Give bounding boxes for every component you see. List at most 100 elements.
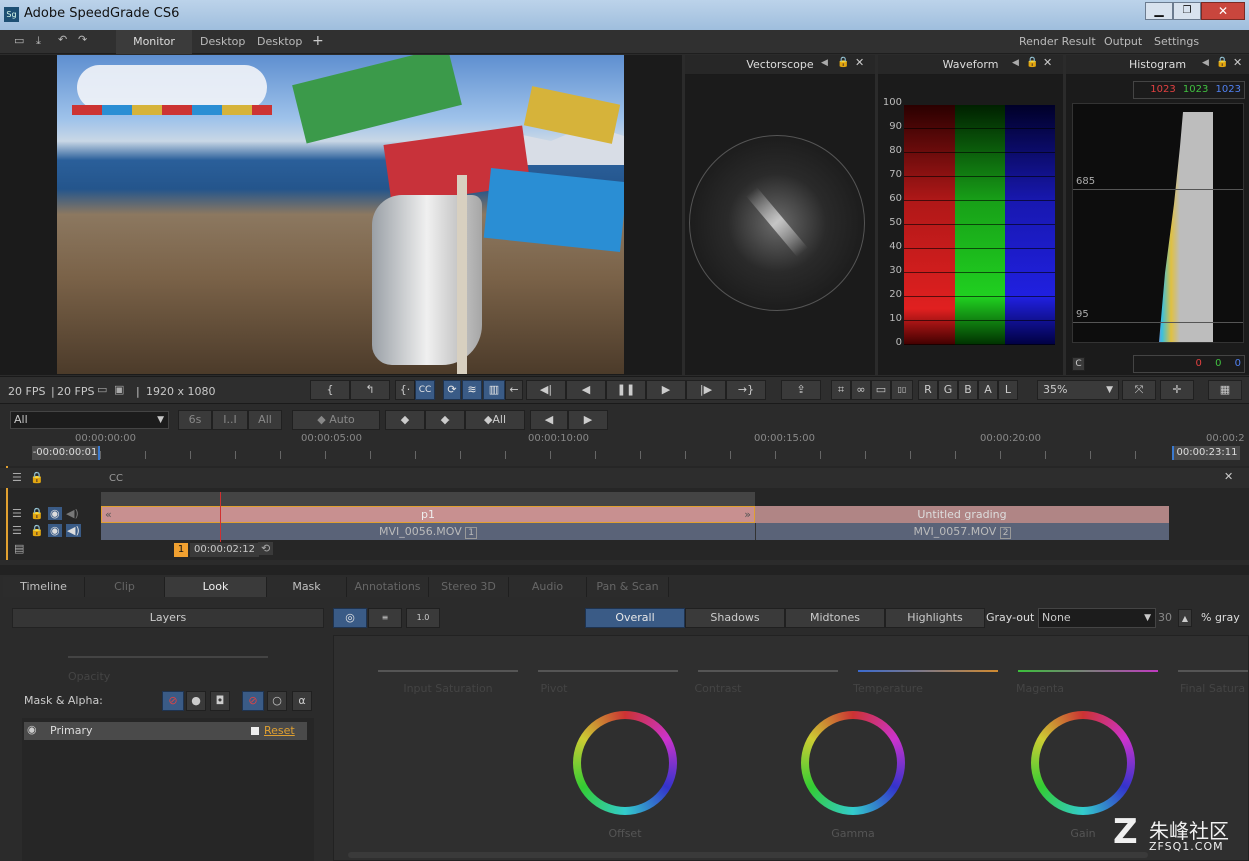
auto-key-button[interactable]: ◆ Auto <box>292 410 380 430</box>
btn-6s[interactable]: 6s <box>178 410 212 430</box>
tab-monitor[interactable]: Monitor <box>116 30 192 54</box>
tab-timeline[interactable]: Timeline <box>3 577 85 597</box>
prev-frame-button[interactable]: ◀| <box>526 380 566 400</box>
alpha-icon[interactable]: α <box>292 691 312 711</box>
crop-icon[interactable]: ⌗ <box>831 380 851 400</box>
mask-off-icon[interactable]: ⊘ <box>162 691 184 711</box>
tab-annotations[interactable]: Annotations <box>347 577 429 597</box>
range-midtones[interactable]: Midtones <box>785 608 885 628</box>
output-tab[interactable]: Output <box>1096 30 1150 54</box>
close-icon[interactable]: ✕ <box>1224 470 1233 483</box>
reset-link[interactable]: Reset <box>264 724 295 737</box>
range-overall[interactable]: Overall <box>585 608 685 628</box>
remove-key-button[interactable]: ◆̶ <box>425 410 465 430</box>
marker-loop-icon[interactable]: ⟲ <box>258 542 274 555</box>
look-scrollbar[interactable] <box>348 852 1148 858</box>
grayout-select[interactable]: None ▼ <box>1038 608 1156 628</box>
fit-icon[interactable]: ⤧ <box>1122 380 1156 400</box>
glasses-icon[interactable]: ∞ <box>851 380 871 400</box>
contrast-slider[interactable] <box>698 670 838 672</box>
alpha-mode-icon[interactable]: ○ <box>267 691 287 711</box>
tab-mask[interactable]: Mask <box>267 577 347 597</box>
play-button[interactable]: ▶ <box>646 380 686 400</box>
lock-icon[interactable]: 🔒 <box>30 507 44 520</box>
film-icon[interactable]: ▤ <box>14 542 24 555</box>
eye-icon[interactable]: ◉ <box>48 507 62 520</box>
btn-all[interactable]: All <box>248 410 282 430</box>
close-icon[interactable]: ✕ <box>855 56 864 69</box>
histogram-c-button[interactable]: C <box>1072 357 1085 371</box>
channel-g[interactable]: G <box>938 380 958 400</box>
open-folder-icon[interactable]: ▭ <box>14 34 24 47</box>
lock-icon[interactable]: 🔒 <box>837 57 849 68</box>
pivot-slider[interactable] <box>538 670 678 672</box>
compare-icon[interactable]: ▯▯ <box>891 380 913 400</box>
undo-icon[interactable]: ↶ <box>58 33 67 46</box>
goto-in-button[interactable]: ↰ <box>350 380 390 400</box>
pause-button[interactable]: ❚❚ <box>606 380 646 400</box>
mark-range-button[interactable]: {· <box>395 380 415 400</box>
zoom-select[interactable]: 35% ▼ <box>1037 380 1119 400</box>
next-frame-button[interactable]: |▶ <box>686 380 726 400</box>
monitor-image[interactable] <box>57 55 624 374</box>
offset-wheel[interactable] <box>573 711 677 815</box>
redo-icon[interactable]: ↷ <box>78 33 87 46</box>
in-point-field[interactable]: -00:00:00:01 <box>32 446 100 460</box>
lock-icon[interactable]: 🔒 <box>30 471 44 484</box>
add-key-button[interactable]: ◆ <box>385 410 425 430</box>
curves-mode-icon[interactable]: ≡ <box>368 608 402 628</box>
export-button[interactable]: ⇪ <box>781 380 821 400</box>
mask-inside-icon[interactable]: ● <box>186 691 206 711</box>
render-result-tab[interactable]: Render Result <box>1011 30 1104 54</box>
panel-menu-icon[interactable]: ◀ <box>821 58 828 68</box>
temperature-slider[interactable] <box>858 670 998 672</box>
monitor-icon[interactable]: ▭ <box>97 383 107 396</box>
grid-layout-icon[interactable]: ▦ <box>1208 380 1242 400</box>
playhead-line[interactable] <box>220 492 221 542</box>
tab-pan-scan[interactable]: Pan & Scan <box>587 577 669 597</box>
channel-a[interactable]: A <box>978 380 998 400</box>
panel-menu-icon[interactable]: ◀ <box>1012 58 1019 68</box>
center-icon[interactable]: ✛ <box>1160 380 1194 400</box>
remove-all-keys-button[interactable]: ◆All <box>465 410 525 430</box>
gain-wheel[interactable] <box>1031 711 1135 815</box>
tab-desktop-1[interactable]: Desktop <box>192 30 253 54</box>
track-menu-icon[interactable]: ☰ <box>12 524 22 537</box>
filter-select[interactable]: All ▼ <box>10 411 169 429</box>
color-wheel-mode-icon[interactable]: ◎ <box>333 608 367 628</box>
grade-clip-p1[interactable]: p1 « » <box>101 506 755 523</box>
video-clip-2[interactable]: MVI_0057.MOV 2 <box>755 523 1169 540</box>
magenta-slider[interactable] <box>1018 670 1158 672</box>
layer-primary-row[interactable]: ◉ Primary Reset <box>24 722 307 740</box>
close-icon[interactable]: ✕ <box>1233 56 1242 69</box>
eye-icon[interactable]: ◉ <box>27 723 37 736</box>
gray-stepper[interactable]: ▲ <box>1178 609 1192 627</box>
loop-icon[interactable]: ⟳ <box>443 380 461 400</box>
final-saturation-slider[interactable] <box>1178 670 1248 672</box>
track-menu-icon[interactable]: ☰ <box>12 507 22 520</box>
opacity-slider[interactable] <box>68 656 268 658</box>
disk-icon[interactable]: ▣ <box>114 383 124 396</box>
safe-area-icon[interactable]: ▭ <box>871 380 891 400</box>
tab-stereo-3d[interactable]: Stereo 3D <box>429 577 509 597</box>
maximize-button[interactable]: ❐ <box>1173 2 1201 20</box>
range-highlights[interactable]: Highlights <box>885 608 985 628</box>
mask-outside-icon[interactable]: ◘ <box>210 691 230 711</box>
add-tab-button[interactable]: + <box>312 33 324 49</box>
panel-menu-icon[interactable]: ◀ <box>1202 58 1209 68</box>
marker-number[interactable]: 1 <box>174 543 188 557</box>
range-shadows[interactable]: Shadows <box>685 608 785 628</box>
alpha-off-icon[interactable]: ⊘ <box>242 691 264 711</box>
channel-b[interactable]: B <box>958 380 978 400</box>
channel-r[interactable]: R <box>918 380 938 400</box>
speaker-icon[interactable]: ◀) <box>66 507 79 520</box>
lock-icon[interactable]: 🔒 <box>30 524 44 537</box>
tab-audio[interactable]: Audio <box>509 577 587 597</box>
minimize-button[interactable]: ▁ <box>1145 2 1173 20</box>
numeric-mode-icon[interactable]: 1.0 <box>406 608 440 628</box>
eye-icon[interactable]: ◉ <box>48 524 62 537</box>
timeline-ruler[interactable]: 00:00:00:00 00:00:05:00 00:00:10:00 00:0… <box>0 431 1249 465</box>
tab-clip[interactable]: Clip <box>85 577 165 597</box>
tab-desktop-2[interactable]: Desktop <box>249 30 310 54</box>
cc-button[interactable]: CC <box>415 380 435 400</box>
